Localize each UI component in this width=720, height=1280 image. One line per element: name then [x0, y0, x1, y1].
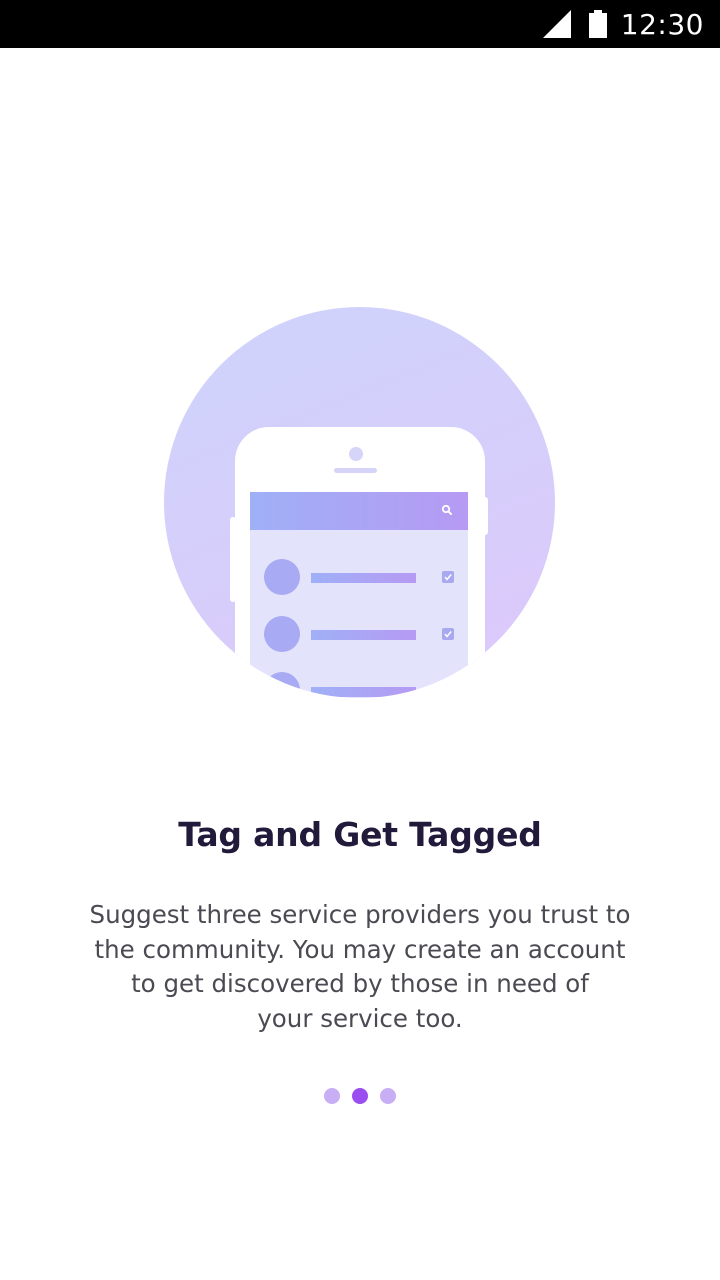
- page-indicator: [0, 1087, 720, 1105]
- page-title: Tag and Get Tagged: [178, 815, 542, 854]
- onboarding-description: Suggest three service providers you trus…: [80, 898, 640, 1036]
- avatar: [264, 616, 300, 652]
- checkbox-checked-icon: [442, 571, 454, 583]
- phone-list-illustration: [164, 307, 555, 698]
- battery-icon: [588, 10, 607, 38]
- status-bar: 12:30: [0, 0, 720, 48]
- status-time: 12:30: [620, 7, 704, 41]
- list-item-bar: [311, 630, 416, 640]
- phone-header-bar: [250, 492, 468, 530]
- list-item-bar: [311, 687, 416, 697]
- description-line: your service too.: [257, 1003, 463, 1033]
- page-dot[interactable]: [324, 1088, 340, 1104]
- cell-signal-icon: [542, 10, 571, 38]
- description-line: to get discovered by those in need of: [131, 969, 589, 998]
- page-dot-active[interactable]: [352, 1088, 368, 1104]
- avatar: [264, 559, 300, 595]
- list-item-bar: [311, 573, 416, 583]
- checkbox-checked-icon: [442, 628, 454, 640]
- description-line: Suggest three service providers you trus…: [89, 900, 631, 929]
- page-dot[interactable]: [380, 1088, 396, 1104]
- status-icons: 12:30: [542, 0, 704, 48]
- description-line: the community. You may create an account: [94, 934, 626, 964]
